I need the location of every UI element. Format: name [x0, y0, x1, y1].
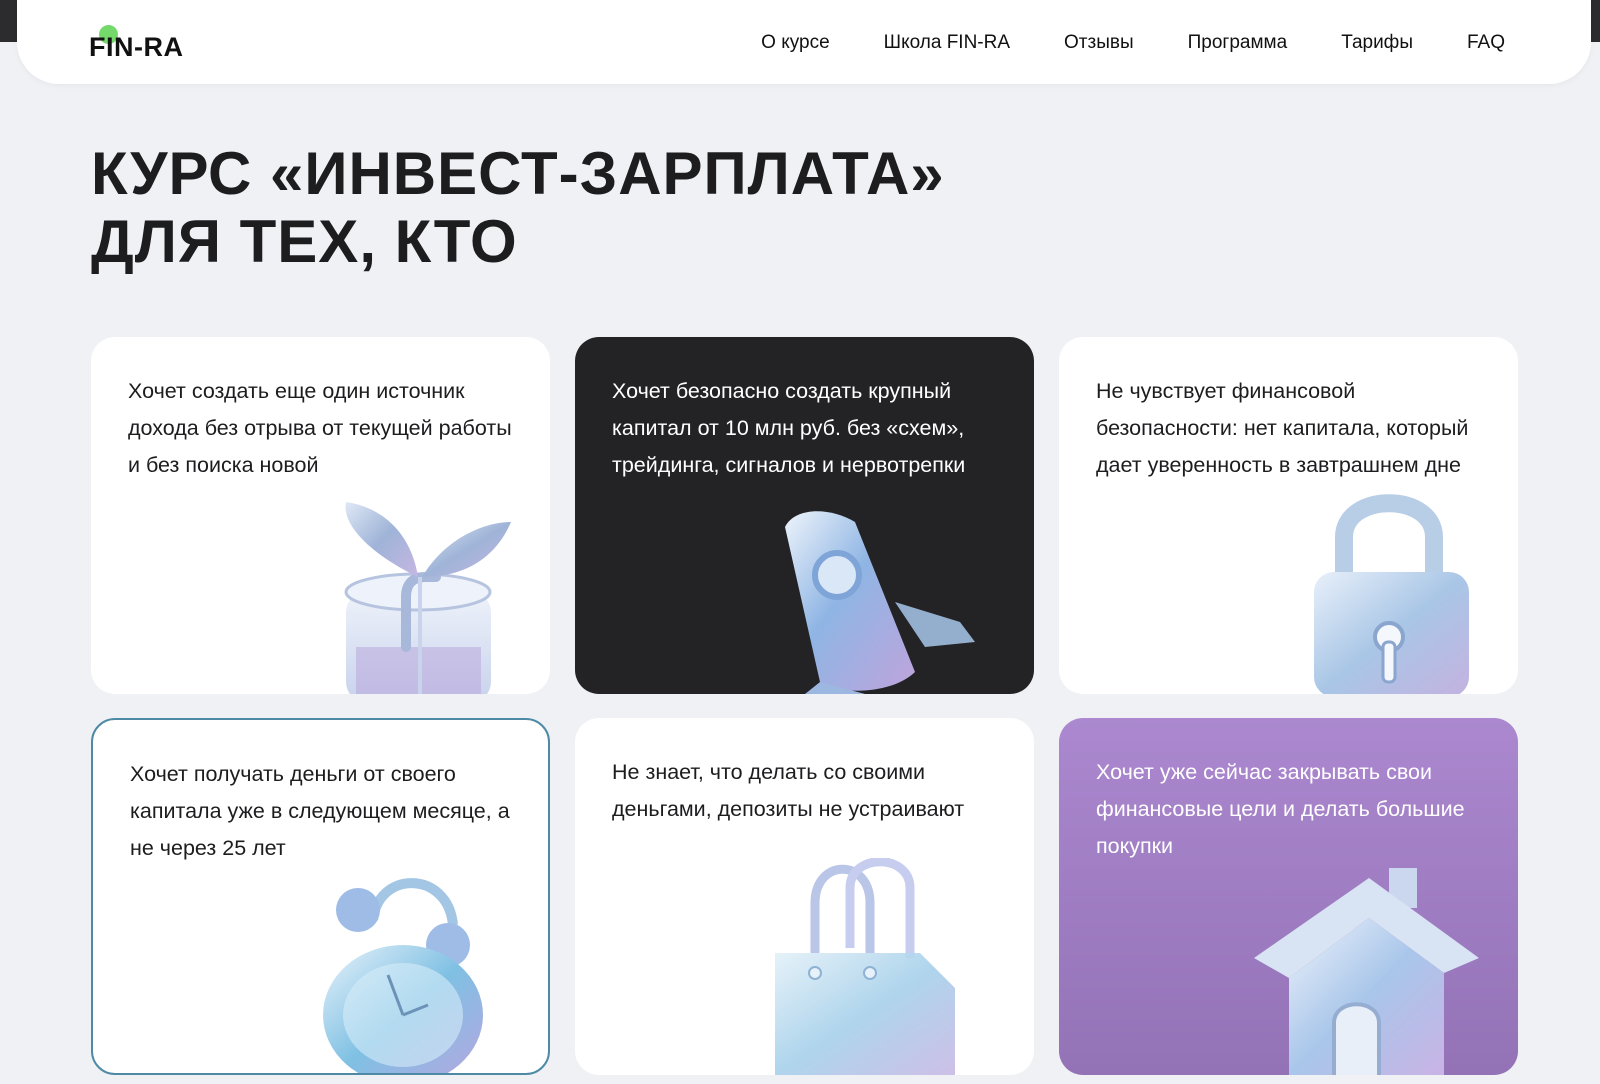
logo-text: FIN-RA [89, 32, 184, 62]
nav-about[interactable]: О курсе [761, 26, 830, 60]
shopping-bag-icon [775, 858, 955, 1075]
card-text: Хочет создать еще один источник дохода б… [128, 379, 512, 477]
house-icon [1254, 868, 1479, 1075]
audience-card-goals: Хочет уже сейчас закрывать свои финансов… [1059, 718, 1518, 1075]
page-title: КУРС «ИНВЕСТ-ЗАРПЛАТА» ДЛЯ ТЕХ, КТО [91, 140, 945, 276]
card-text: Не чувствует финансовой безопасности: не… [1096, 379, 1469, 477]
nav-school[interactable]: Школа FIN-RA [884, 26, 1010, 60]
nav-program[interactable]: Программа [1188, 26, 1288, 60]
main-nav: О курсе Школа FIN-RA Отзывы Программа Та… [707, 26, 1505, 60]
site-header: FIN-RA О курсе Школа FIN-RA Отзывы Прогр… [17, 0, 1591, 84]
rocket-icon [785, 511, 975, 694]
audience-card-security: Не чувствует финансовой безопасности: не… [1059, 337, 1518, 694]
padlock-icon [1314, 494, 1469, 694]
card-text: Хочет безопасно создать крупный капитал … [612, 379, 966, 477]
card-text: Не знает, что делать со своими деньгами,… [612, 760, 965, 821]
nav-pricing[interactable]: Тарифы [1341, 26, 1413, 60]
nav-reviews[interactable]: Отзывы [1064, 26, 1134, 60]
nav-faq[interactable]: FAQ [1467, 26, 1505, 60]
alarm-clock-icon [323, 878, 483, 1073]
audience-card-capital: Хочет безопасно создать крупный капитал … [575, 337, 1034, 694]
audience-card-monthly: Хочет получать деньги от своего капитала… [91, 718, 550, 1075]
logo[interactable]: FIN-RA [89, 25, 183, 65]
card-text: Хочет получать деньги от своего капитала… [130, 762, 510, 860]
plant-icon [344, 502, 511, 694]
page-title-line2: ДЛЯ ТЕХ, КТО [91, 208, 518, 275]
page-title-line1: КУРС «ИНВЕСТ-ЗАРПЛАТА» [91, 140, 945, 207]
card-text: Хочет уже сейчас закрывать свои финансов… [1096, 760, 1465, 858]
audience-card-income: Хочет создать еще один источник дохода б… [91, 337, 550, 694]
audience-card-deposits: Не знает, что делать со своими деньгами,… [575, 718, 1034, 1075]
